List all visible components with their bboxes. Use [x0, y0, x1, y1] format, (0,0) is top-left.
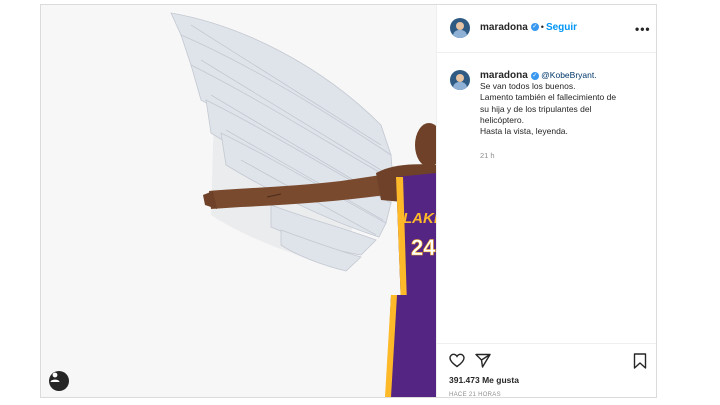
caption-line: helicóptero.: [480, 114, 524, 125]
more-options-icon[interactable]: •••: [635, 22, 651, 36]
caption-verified-icon: ✓: [530, 71, 539, 80]
separator-dot: •: [540, 22, 544, 32]
bookmark-icon: [633, 353, 647, 369]
caption-line: Hasta la vista, leyenda.: [480, 126, 568, 137]
user-tag-button[interactable]: [49, 371, 69, 391]
jersey-team: LAKERS: [403, 210, 436, 227]
user-icon: [50, 372, 60, 382]
jersey-number: 24: [411, 235, 436, 260]
instagram-post: LAKERS 24 maradona✓•Seguir ••• mara: [40, 4, 657, 398]
share-button[interactable]: [475, 353, 491, 373]
action-bar: 391.473 Me gusta HACE 21 HORAS: [437, 343, 656, 397]
post-sidebar: maradona ✓ • Seguir ••• maradona ✓ @KobeBrya…: [436, 5, 656, 397]
kobe-angel-wings-photo: LAKERS 24: [41, 5, 436, 397]
username-link[interactable]: maradona: [480, 22, 528, 33]
caption-username[interactable]: maradona: [480, 70, 528, 81]
mention-link[interactable]: @KobeBryant.: [541, 70, 596, 80]
heart-icon: [449, 353, 465, 368]
post-date[interactable]: HACE 21 HORAS: [449, 392, 501, 397]
caption-avatar[interactable]: [450, 70, 470, 90]
post-header: maradona ✓ • Seguir •••: [437, 5, 656, 53]
caption-line: Lamento también el fallecimiento de: [480, 92, 617, 103]
caption-line: su hija y de los tripulantes del: [480, 103, 592, 114]
avatar[interactable]: [450, 18, 470, 38]
post-image[interactable]: LAKERS 24: [41, 5, 436, 397]
caption-text: maradona ✓ @KobeBryant. Se van todos los …: [480, 70, 650, 137]
caption-line: Se van todos los buenos.: [480, 81, 576, 92]
caption-timestamp[interactable]: 21 h: [480, 151, 495, 160]
likes-count[interactable]: 391.473 Me gusta: [449, 375, 519, 385]
follow-button[interactable]: Seguir: [546, 22, 577, 33]
paper-plane-icon: [475, 353, 491, 368]
save-button[interactable]: [633, 353, 647, 374]
like-button[interactable]: [449, 353, 465, 373]
verified-badge-icon: ✓: [530, 23, 539, 32]
